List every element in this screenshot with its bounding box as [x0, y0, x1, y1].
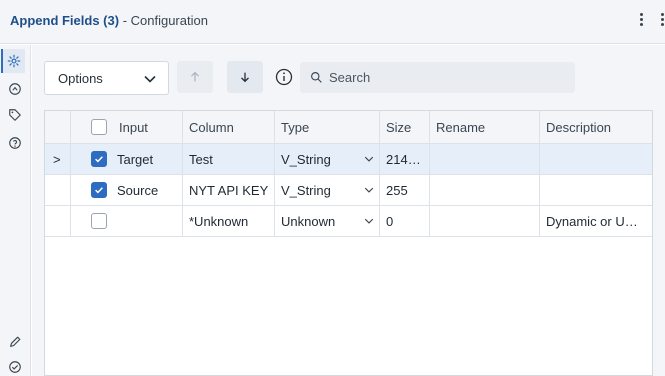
more-options-icon[interactable] — [635, 11, 647, 31]
row-column: Test — [183, 144, 275, 174]
chevron-down-icon — [364, 218, 374, 224]
table-row[interactable]: *Unknown Unknown 0 Dynamic or U… — [45, 206, 652, 237]
row-type-select[interactable]: Unknown — [275, 206, 380, 236]
pencil-icon[interactable] — [3, 330, 27, 354]
header-type[interactable]: Type — [275, 111, 380, 143]
gear-icon[interactable] — [1, 49, 25, 73]
fields-table: Input Column Type Size Rename Descriptio… — [44, 110, 653, 376]
check-circle-icon[interactable] — [3, 355, 27, 376]
arrow-up-icon — [191, 71, 199, 82]
tag-icon[interactable] — [3, 103, 27, 127]
output-icon[interactable] — [3, 77, 27, 101]
row-checkbox-cell[interactable] — [71, 206, 113, 236]
header-column[interactable]: Column — [183, 111, 275, 143]
header-input[interactable]: Input — [113, 111, 183, 143]
row-rename[interactable] — [430, 144, 540, 174]
row-checkbox[interactable] — [91, 182, 107, 198]
chevron-down-icon — [364, 187, 374, 193]
row-size[interactable]: 0 — [380, 206, 430, 236]
row-input — [113, 206, 183, 236]
toolbar: Options — [32, 45, 665, 105]
move-down-button[interactable] — [227, 61, 263, 93]
check-icon — [95, 156, 103, 163]
options-label: Options — [58, 70, 103, 86]
panel-edge-handle[interactable] — [661, 11, 665, 31]
title-bar: Append Fields (3) - Configuration — [0, 0, 665, 44]
title-sub: - Configuration — [122, 13, 208, 28]
row-type-value: V_String — [281, 182, 331, 198]
select-all-checkbox[interactable] — [91, 119, 107, 135]
row-input: Target — [113, 144, 183, 174]
header-size[interactable]: Size — [380, 111, 430, 143]
expand-chevron[interactable] — [45, 206, 71, 236]
row-input: Source — [113, 175, 183, 205]
row-description[interactable] — [540, 144, 652, 174]
row-type-value: V_String — [281, 151, 331, 167]
table-row[interactable]: > Target Test V_String 214… — [45, 144, 652, 175]
header-rename[interactable]: Rename — [430, 111, 540, 143]
header-expand — [45, 111, 71, 143]
left-rail — [0, 45, 31, 376]
title-main: Append Fields (3) — [10, 13, 120, 28]
expand-chevron[interactable] — [45, 175, 71, 205]
row-column: NYT API KEY — [183, 175, 275, 205]
row-type-value: Unknown — [281, 213, 336, 229]
chevron-down-icon — [144, 75, 156, 83]
row-checkbox-cell[interactable] — [71, 144, 113, 174]
window-title: Append Fields (3) - Configuration — [10, 13, 208, 28]
chevron-down-icon — [364, 156, 374, 162]
configuration-panel: Options Input Column Type Size Rename De… — [32, 45, 665, 376]
row-checkbox[interactable] — [91, 213, 107, 229]
expand-chevron[interactable]: > — [45, 144, 71, 174]
search-icon — [311, 72, 322, 83]
row-type-select[interactable]: V_String — [275, 175, 380, 205]
header-description[interactable]: Description — [540, 111, 652, 143]
row-checkbox-cell[interactable] — [71, 175, 113, 205]
row-checkbox[interactable] — [91, 151, 107, 167]
row-rename[interactable] — [430, 206, 540, 236]
info-icon[interactable] — [275, 68, 293, 86]
search-input[interactable] — [329, 70, 569, 85]
row-column: *Unknown — [183, 206, 275, 236]
move-up-button[interactable] — [177, 61, 213, 93]
table-row[interactable]: Source NYT API KEY V_String 255 — [45, 175, 652, 206]
row-description[interactable]: Dynamic or U… — [540, 206, 652, 236]
arrow-down-icon — [241, 72, 249, 83]
row-size[interactable]: 214… — [380, 144, 430, 174]
help-icon[interactable] — [3, 131, 27, 155]
header-select-all[interactable] — [71, 111, 113, 143]
row-rename[interactable] — [430, 175, 540, 205]
row-type-select[interactable]: V_String — [275, 144, 380, 174]
row-size[interactable]: 255 — [380, 175, 430, 205]
options-dropdown[interactable]: Options — [44, 61, 169, 95]
row-description[interactable] — [540, 175, 652, 205]
search-box[interactable] — [300, 62, 575, 93]
check-icon — [95, 187, 103, 194]
table-header: Input Column Type Size Rename Descriptio… — [45, 111, 652, 144]
